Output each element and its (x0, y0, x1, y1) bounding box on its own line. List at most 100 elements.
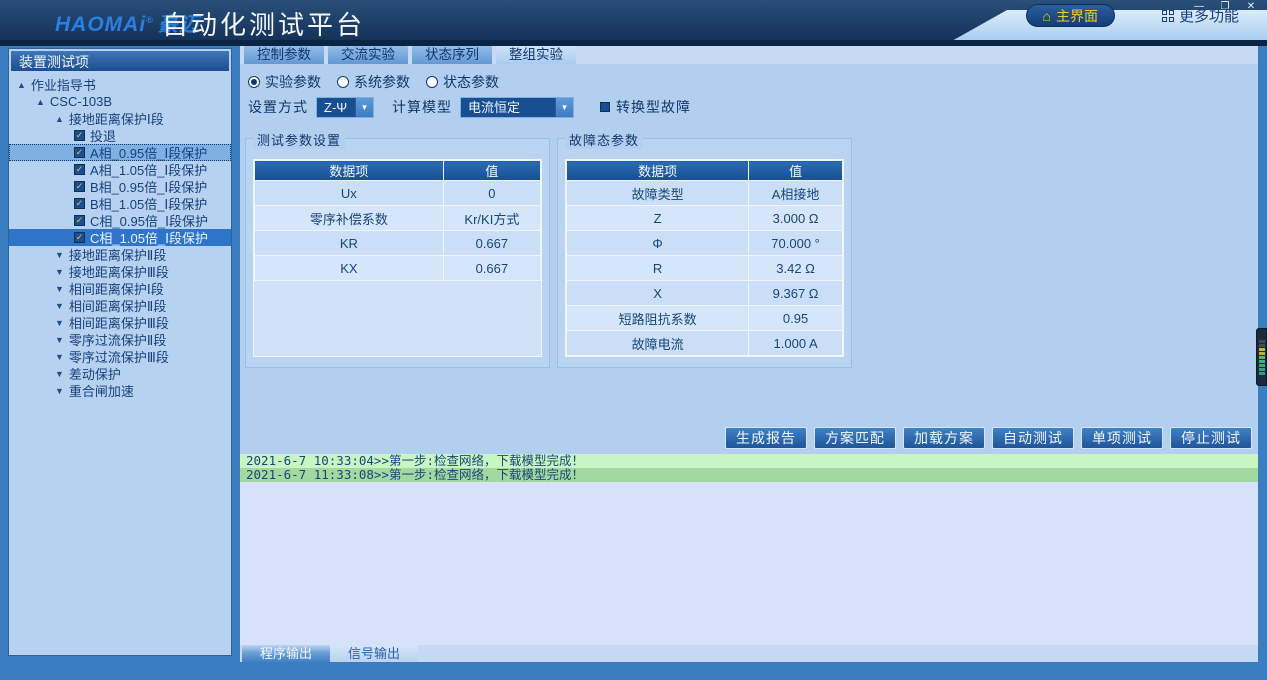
button-方案匹配[interactable]: 方案匹配 (814, 427, 896, 449)
radio-实验参数[interactable]: 实验参数 (248, 72, 321, 92)
param-value-cell[interactable]: Kr/KI方式 (443, 206, 540, 231)
tree-item[interactable]: ▼相间距离保护Ⅱ段 (9, 297, 231, 314)
tree-item[interactable]: ▼重合闸加速 (9, 382, 231, 399)
param-name-cell: Φ (567, 231, 749, 256)
sidebar: 装置测试项 ▲作业指导书▲CSC-103B▲接地距离保护Ⅰ段✓投退✓A相_0.9… (8, 48, 232, 656)
param-value-cell[interactable]: 3.000 Ω (749, 206, 843, 231)
table-row[interactable]: X9.367 Ω (567, 281, 843, 306)
tree-item[interactable]: ▼相间距离保护Ⅰ段 (9, 280, 231, 297)
button-生成报告[interactable]: 生成报告 (725, 427, 807, 449)
close-button[interactable]: ✕ (1243, 1, 1259, 12)
param-value-cell[interactable]: 70.000 ° (749, 231, 843, 256)
param-name-cell: KR (255, 231, 444, 256)
tree-item[interactable]: ✓B相_1.05倍_Ⅰ段保护 (9, 195, 231, 212)
radio-icon (337, 76, 349, 88)
button-自动测试[interactable]: 自动测试 (992, 427, 1074, 449)
radio-label: 实验参数 (265, 72, 321, 92)
tree-item[interactable]: ▼接地距离保护Ⅲ段 (9, 263, 231, 280)
collapsed-triangle-icon[interactable]: ▼ (55, 386, 64, 396)
tab-控制参数[interactable]: 控制参数 (244, 46, 324, 64)
param-value-cell[interactable]: 0.667 (443, 231, 540, 256)
checkbox-checked-icon[interactable]: ✓ (74, 232, 85, 243)
table-row[interactable]: Ux0 (255, 181, 541, 206)
restore-button[interactable]: ❐ (1217, 1, 1233, 12)
set-mode-dropdown[interactable]: Z-Ψ ▼ (316, 97, 374, 118)
checkbox-icon (600, 102, 610, 112)
checkbox-checked-icon[interactable]: ✓ (74, 198, 85, 209)
table-row[interactable]: KX0.667 (255, 256, 541, 281)
collapsed-triangle-icon[interactable]: ▼ (55, 301, 64, 311)
param-value-cell[interactable]: 0 (443, 181, 540, 206)
table-header-cell: 数据项 (255, 161, 444, 181)
tree-item[interactable]: ▲ 作业指导书 (9, 76, 231, 93)
tree-item[interactable]: ✓C相_1.05倍_Ⅰ段保护 (9, 229, 231, 246)
param-value-cell[interactable]: 0.95 (749, 306, 843, 331)
table-row[interactable]: 零序补偿系数Kr/KI方式 (255, 206, 541, 231)
expanded-triangle-icon[interactable]: ▲ (36, 97, 45, 107)
table-row[interactable]: Φ70.000 ° (567, 231, 843, 256)
tree-item[interactable]: ▼接地距离保护Ⅱ段 (9, 246, 231, 263)
expanded-triangle-icon[interactable]: ▲ (17, 80, 26, 90)
table-row[interactable]: 故障电流1.000 A (567, 331, 843, 356)
tree-item[interactable]: ✓A相_1.05倍_Ⅰ段保护 (9, 161, 231, 178)
collapsed-triangle-icon[interactable]: ▼ (55, 318, 64, 328)
tree-item[interactable]: ▼零序过流保护Ⅱ段 (9, 331, 231, 348)
tree-item[interactable]: ✓B相_0.95倍_Ⅰ段保护 (9, 178, 231, 195)
tree-item[interactable]: ▼零序过流保护Ⅲ段 (9, 348, 231, 365)
param-value-cell[interactable]: 9.367 Ω (749, 281, 843, 306)
collapsed-triangle-icon[interactable]: ▼ (55, 284, 64, 294)
app-title: 自动化测试平台 (162, 5, 365, 42)
param-value-cell[interactable]: 3.42 Ω (749, 256, 843, 281)
checkbox-checked-icon[interactable]: ✓ (74, 130, 85, 141)
param-name-cell: 短路阻抗系数 (567, 306, 749, 331)
button-单项测试[interactable]: 单项测试 (1081, 427, 1163, 449)
tab-整组实验[interactable]: 整组实验 (496, 46, 576, 64)
button-加载方案[interactable]: 加载方案 (903, 427, 985, 449)
table-row[interactable]: R3.42 Ω (567, 256, 843, 281)
param-value-cell[interactable]: A相接地 (749, 181, 843, 206)
table-row[interactable]: 短路阻抗系数0.95 (567, 306, 843, 331)
tree-item[interactable]: ✓C相_0.95倍_Ⅰ段保护 (9, 212, 231, 229)
collapsed-triangle-icon[interactable]: ▼ (55, 369, 64, 379)
calc-model-dropdown[interactable]: 电流恒定 ▼ (460, 97, 574, 118)
tree-item[interactable]: ▲CSC-103B (9, 93, 231, 110)
home-button[interactable]: ⌂ 主界面 (1026, 4, 1115, 27)
button-停止测试[interactable]: 停止测试 (1170, 427, 1252, 449)
minimize-button[interactable]: — (1191, 1, 1207, 12)
tree-item[interactable]: ▲接地距离保护Ⅰ段 (9, 110, 231, 127)
table-row[interactable]: 故障类型A相接地 (567, 181, 843, 206)
checkbox-checked-icon[interactable]: ✓ (74, 147, 85, 158)
tree-item[interactable]: ▼差动保护 (9, 365, 231, 382)
radio-状态参数[interactable]: 状态参数 (426, 72, 499, 92)
program-output-log[interactable]: 2021-6-7 10:33:04>>第一步:检查网络，下载模型完成！2021-… (240, 454, 1258, 645)
collapsed-triangle-icon[interactable]: ▼ (55, 267, 64, 277)
table-row[interactable]: KR0.667 (255, 231, 541, 256)
table-header-cell: 值 (443, 161, 540, 181)
collapsed-triangle-icon[interactable]: ▼ (55, 335, 64, 345)
tree-item-label: 作业指导书 (31, 75, 96, 94)
convert-fault-checkbox[interactable]: 转换型故障 (600, 97, 691, 117)
log-line: 2021-6-7 10:33:04>>第一步:检查网络，下载模型完成！ (240, 454, 1258, 468)
checkbox-checked-icon[interactable]: ✓ (74, 181, 85, 192)
expanded-triangle-icon[interactable]: ▲ (55, 114, 64, 124)
checkbox-checked-icon[interactable]: ✓ (74, 215, 85, 226)
tree-item[interactable]: ✓投退 (9, 127, 231, 144)
level-bar (1259, 344, 1265, 347)
tree-item[interactable]: ▼相间距离保护Ⅲ段 (9, 314, 231, 331)
checkbox-checked-icon[interactable]: ✓ (74, 164, 85, 175)
tab-交流实验[interactable]: 交流实验 (328, 46, 408, 64)
bottom-tab-bar: 程序输出信号输出 (240, 645, 1258, 662)
radio-系统参数[interactable]: 系统参数 (337, 72, 410, 92)
param-value-cell[interactable]: 1.000 A (749, 331, 843, 356)
bottom-tab-程序输出[interactable]: 程序输出 (242, 645, 330, 662)
param-value-cell[interactable]: 0.667 (443, 256, 540, 281)
param-radio-group: 实验参数系统参数状态参数 (248, 72, 499, 92)
level-indicator-widget[interactable] (1256, 328, 1267, 386)
bottom-tab-信号输出[interactable]: 信号输出 (330, 645, 418, 662)
tree-item[interactable]: ✓A相_0.95倍_Ⅰ段保护 (9, 144, 231, 161)
collapsed-triangle-icon[interactable]: ▼ (55, 250, 64, 260)
tab-状态序列[interactable]: 状态序列 (412, 46, 492, 64)
table-row[interactable]: Z3.000 Ω (567, 206, 843, 231)
level-bar (1259, 360, 1265, 363)
collapsed-triangle-icon[interactable]: ▼ (55, 352, 64, 362)
